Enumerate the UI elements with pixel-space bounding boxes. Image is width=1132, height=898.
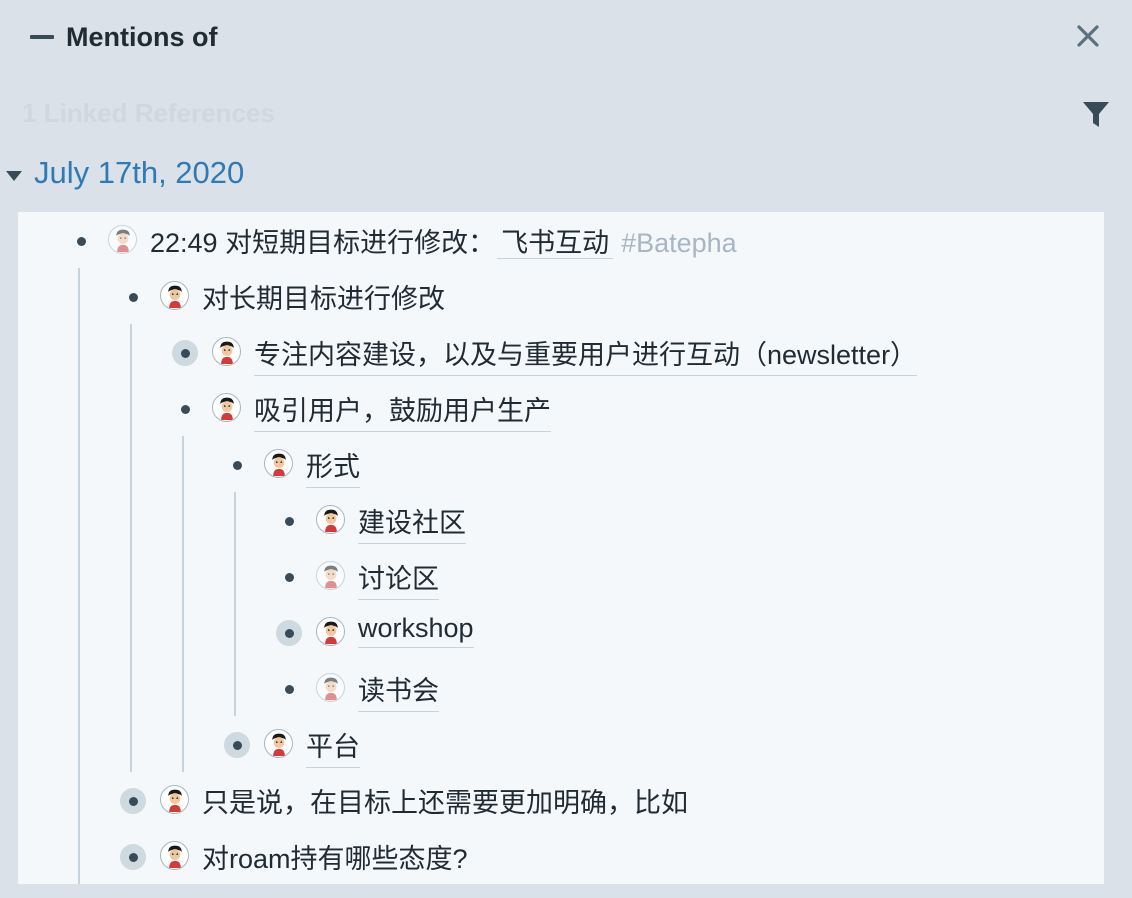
avatar-icon — [316, 505, 345, 534]
block-row: 建设社区 — [18, 492, 1104, 548]
bullet-icon[interactable] — [120, 844, 146, 870]
block-text[interactable]: 22:49 对短期目标进行修改： 飞书互动 #Batepha — [150, 221, 737, 263]
close-icon[interactable] — [1074, 22, 1102, 50]
avatar-icon — [160, 785, 189, 814]
bullet-icon[interactable] — [276, 620, 302, 646]
date-page-link[interactable]: July 17th, 2020 — [34, 155, 244, 191]
avatar-icon — [316, 673, 345, 702]
bullet-icon[interactable] — [172, 396, 198, 422]
bullet-icon[interactable] — [276, 564, 302, 590]
block-row: 22:49 对短期目标进行修改： 飞书互动 #Batepha — [18, 212, 1104, 268]
collapse-icon[interactable] — [30, 35, 54, 39]
block-text[interactable]: 建设社区 — [358, 501, 466, 544]
block-row: 平台 — [18, 716, 1104, 772]
bullet-icon[interactable] — [276, 508, 302, 534]
avatar-icon — [264, 449, 293, 478]
block-text[interactable]: 讨论区 — [358, 557, 439, 600]
panel-title: Mentions of — [66, 22, 218, 52]
reference-block-panel: 22:49 对短期目标进行修改： 飞书互动 #Batepha 对长期目标进行修改 专… — [18, 212, 1104, 884]
bullet-icon[interactable] — [120, 788, 146, 814]
avatar-icon — [160, 281, 189, 310]
avatar-icon — [212, 337, 241, 366]
block-row: 专注内容建设，以及与重要用户进行互动（newsletter） — [18, 324, 1104, 380]
block-text[interactable]: 吸引用户，鼓励用户生产 — [254, 389, 551, 432]
block-text[interactable]: 对长期目标进行修改 — [202, 277, 445, 319]
block-text[interactable]: 平台 — [306, 725, 360, 768]
block-content: 对短期目标进行修改： — [225, 228, 496, 258]
avatar-icon — [316, 617, 345, 646]
bullet-icon[interactable] — [276, 676, 302, 702]
avatar-icon — [108, 225, 137, 254]
block-time: 22:49 — [150, 228, 218, 258]
block-row: 对长期目标进行修改 — [18, 268, 1104, 324]
tag-link[interactable]: #Batepha — [621, 228, 737, 258]
block-row: workshop — [18, 604, 1104, 660]
block-row: 讨论区 — [18, 548, 1104, 604]
bullet-icon[interactable] — [120, 284, 146, 310]
avatar-icon — [160, 841, 189, 870]
caret-down-icon[interactable] — [6, 170, 22, 182]
block-row: 对roam持有哪些态度? — [18, 828, 1104, 884]
avatar-icon — [316, 561, 345, 590]
reference-group-header: July 17th, 2020 — [0, 150, 400, 200]
linked-references-count: 1 Linked References — [22, 98, 275, 128]
block-row: 读书会 — [18, 660, 1104, 716]
block-row: 形式 — [18, 436, 1104, 492]
bullet-icon[interactable] — [68, 228, 94, 254]
bullet-icon[interactable] — [224, 452, 250, 478]
block-row: 吸引用户，鼓励用户生产 — [18, 380, 1104, 436]
page-reference-link[interactable]: 飞书互动 — [497, 228, 614, 259]
block-text[interactable]: 形式 — [306, 445, 360, 488]
bullet-icon[interactable] — [224, 732, 250, 758]
avatar-icon — [264, 729, 293, 758]
mentions-header: Mentions of — [0, 0, 1132, 80]
block-text[interactable]: 读书会 — [358, 669, 439, 712]
block-text[interactable]: 只是说，在目标上还需要更加明确，比如 — [202, 781, 688, 823]
block-text[interactable]: 专注内容建设，以及与重要用户进行互动（newsletter） — [254, 333, 918, 376]
avatar-icon — [212, 393, 241, 422]
bullet-icon[interactable] — [172, 340, 198, 366]
block-text[interactable]: 对roam持有哪些态度? — [202, 837, 468, 879]
filter-icon[interactable] — [1082, 100, 1110, 130]
block-text[interactable]: workshop — [358, 613, 474, 648]
block-row: 只是说，在目标上还需要更加明确，比如 — [18, 772, 1104, 828]
